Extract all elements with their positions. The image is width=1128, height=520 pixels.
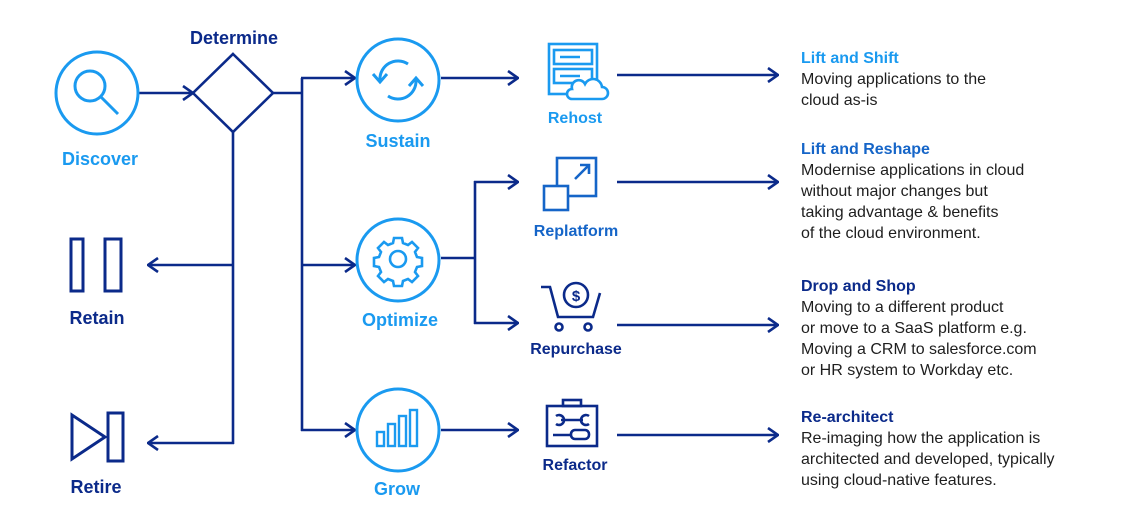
desc-line: Moving to a different product — [801, 299, 1004, 316]
refactor-label: Refactor — [543, 457, 608, 474]
desc-title: Lift and Reshape — [801, 141, 930, 158]
repurchase-label: Repurchase — [530, 341, 622, 358]
desc-drop-and-shop: Drop and Shop Moving to a different prod… — [801, 276, 1121, 381]
decision-diamond — [191, 52, 275, 134]
desc-line: without major changes but — [801, 183, 988, 200]
desc-lift-and-reshape: Lift and Reshape Modernise applications … — [801, 139, 1121, 244]
replatform-label: Replatform — [534, 223, 618, 240]
sustain-node: Sustain — [355, 37, 441, 151]
grow-node: Grow — [355, 387, 441, 499]
optimize-label: Optimize — [362, 310, 438, 330]
retain-label: Retain — [69, 308, 124, 328]
sustain-label: Sustain — [365, 131, 430, 151]
pause-icon — [69, 237, 123, 293]
desc-line: Re-imaging how the application is — [801, 430, 1041, 447]
gear-icon — [372, 236, 424, 288]
bar-chart-icon — [375, 408, 419, 448]
desc-line: taking advantage & benefits — [801, 204, 999, 221]
retire-label: Retire — [70, 477, 121, 497]
desc-line: Moving applications to the — [801, 71, 986, 88]
cart-dollar-icon — [541, 281, 602, 332]
desc-title: Re-architect — [801, 409, 894, 426]
determine-node: Determine — [190, 28, 278, 134]
desc-line: Modernise applications in cloud — [801, 162, 1025, 179]
refresh-icon — [371, 59, 425, 101]
retire-node: Retire — [70, 411, 125, 497]
desc-lift-and-shift: Lift and Shift Moving applications to th… — [801, 48, 1121, 111]
magnifier-icon — [73, 69, 120, 116]
rehost-label: Rehost — [548, 110, 603, 127]
repurchase-node: $ Repurchase — [530, 281, 622, 358]
desc-title: Drop and Shop — [801, 278, 916, 295]
desc-line: architected and developed, typically — [801, 451, 1055, 468]
desc-re-architect: Re-architect Re-imaging how the applicat… — [801, 407, 1121, 491]
toolbox-icon — [545, 398, 599, 448]
dollar-sign: $ — [572, 288, 581, 305]
desc-line: or move to a SaaS platform e.g. — [801, 320, 1027, 337]
server-cloud-icon — [547, 42, 610, 101]
replatform-node: Replatform — [534, 156, 618, 240]
skip-end-icon — [70, 411, 125, 463]
desc-line: cloud as-is — [801, 92, 878, 109]
determine-label: Determine — [190, 28, 278, 48]
resize-icon — [542, 156, 598, 212]
discover-label: Discover — [62, 149, 138, 169]
desc-line: of the cloud environment. — [801, 225, 981, 242]
retain-node: Retain — [69, 237, 125, 328]
desc-line: or HR system to Workday etc. — [801, 362, 1014, 379]
rehost-node: Rehost — [547, 42, 610, 127]
refactor-node: Refactor — [543, 398, 608, 474]
optimize-node: Optimize — [355, 217, 441, 330]
desc-title: Lift and Shift — [801, 50, 899, 67]
desc-line: using cloud-native features. — [801, 472, 997, 489]
desc-line: Moving a CRM to salesforce.com — [801, 341, 1037, 358]
discover-node: Discover — [54, 50, 140, 169]
grow-label: Grow — [374, 479, 421, 499]
